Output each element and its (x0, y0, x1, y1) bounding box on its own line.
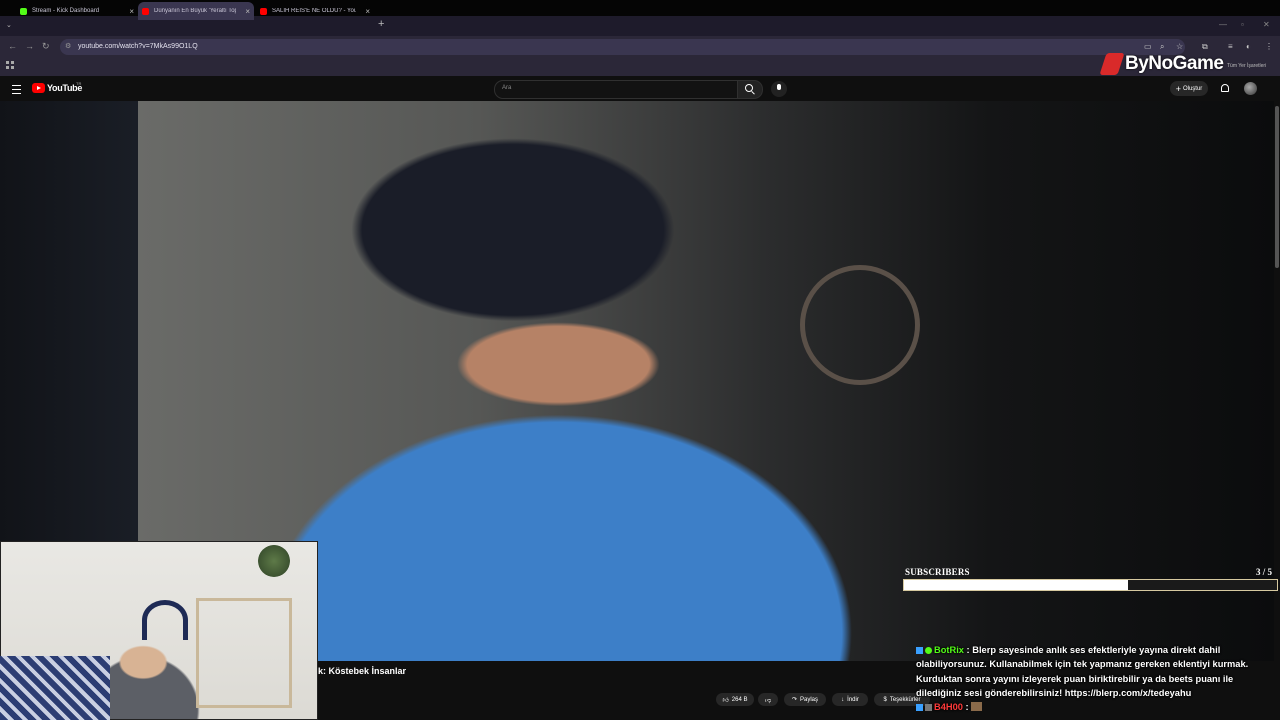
search-placeholder: Ara (502, 85, 512, 91)
all-bookmarks-link[interactable]: Tüm Yer İşaretleri (1227, 63, 1266, 69)
tab-youtube-salih[interactable]: SALİH REİS'E NE OLDU? - YouTu × (260, 2, 370, 20)
kick-favicon-icon (20, 7, 27, 15)
webcam-bed (0, 656, 110, 720)
url-text[interactable]: youtube.com/watch?v=7MkAs99O1LQ (78, 43, 198, 50)
country-code: TR (76, 81, 82, 86)
webcam-shelf (196, 598, 292, 708)
tab-youtube-active[interactable]: Dünyanın En Büyük 'Yeraltı Top × (138, 2, 254, 20)
video-bicycle-wheel (800, 265, 920, 385)
video-left-margin (0, 101, 138, 541)
download-icon: ↓ (841, 696, 845, 703)
microphone-icon[interactable] (777, 84, 781, 90)
subscribers-goal-bar (903, 579, 1278, 591)
scrollbar-thumb[interactable] (1275, 106, 1279, 268)
zoom-icon[interactable]: ⌕ (1160, 42, 1164, 52)
back-icon[interactable]: ← (8, 41, 17, 51)
omnibox[interactable] (60, 39, 1185, 55)
bookmark-bar (0, 58, 1280, 76)
webcam-plant (258, 545, 290, 577)
search-icon[interactable] (745, 84, 753, 92)
like-button[interactable]: 👍︎ 264 B (716, 693, 754, 706)
media-icon[interactable]: ≡ (1228, 42, 1233, 51)
video-title: k: Köstebek İnsanlar (318, 666, 407, 676)
star-icon[interactable]: ☆ (1176, 42, 1183, 51)
dislike-button[interactable]: 👎︎ (758, 693, 778, 706)
subscriber-badge-icon (925, 704, 932, 712)
verified-badge-icon (925, 647, 932, 654)
window-close-icon[interactable]: ✕ (1263, 20, 1270, 29)
new-tab-icon[interactable]: + (378, 18, 384, 30)
subscribers-goal-label: SUBSCRIBERS (905, 567, 970, 577)
close-tab-icon[interactable]: × (365, 7, 370, 16)
bynogame-logo-icon (1099, 53, 1125, 75)
maximize-icon[interactable]: ▫ (1241, 20, 1244, 29)
share-icon: ↷ (791, 697, 797, 703)
share-button[interactable]: ↷ Paylaş (784, 693, 826, 706)
close-tab-icon[interactable]: × (245, 7, 250, 16)
plus-icon: + (1175, 83, 1181, 94)
dislike-icon: 👎︎ (764, 697, 772, 704)
hamburger-menu-icon[interactable] (12, 85, 21, 94)
thanks-icon: $ (883, 696, 887, 703)
subscribers-goal-fill (904, 580, 1128, 590)
minimize-icon[interactable]: — (1219, 20, 1227, 29)
youtube-favicon-icon (260, 7, 267, 15)
notifications-bell-icon[interactable] (1221, 84, 1229, 92)
youtube-logo-icon[interactable] (32, 83, 45, 93)
cast-icon[interactable]: ▭ (1144, 42, 1152, 51)
subscribers-goal-count: 3 / 5 (1256, 567, 1273, 577)
chat-message: BotRix : Blerp sayesinde anlık ses efekt… (916, 645, 1249, 698)
create-label: Oluştur (1182, 85, 1203, 92)
profile-icon[interactable]: ◐ (1246, 42, 1251, 51)
youtube-favicon-icon (142, 7, 149, 15)
like-icon: 👍︎ (722, 697, 729, 704)
headset-icon (142, 600, 188, 640)
download-button[interactable]: ↓ İndir (832, 693, 868, 706)
close-tab-icon[interactable]: × (129, 7, 134, 16)
site-info-icon[interactable]: ⚙ (65, 42, 71, 50)
chat-overlay: BotRix : Blerp sayesinde anlık ses efekt… (916, 643, 1274, 714)
moderator-badge-icon (916, 647, 923, 654)
like-count: 264 B (731, 696, 748, 703)
account-avatar[interactable] (1244, 82, 1257, 95)
tab-title: Stream - Kick Dashboard (32, 8, 100, 14)
emote-icon (971, 702, 983, 712)
apps-icon[interactable] (6, 61, 14, 69)
extensions-icon[interactable]: ⧉ (1202, 42, 1208, 52)
search-input[interactable] (494, 80, 738, 99)
chat-username: BotRix (934, 645, 964, 655)
chat-message: B4H00 : (916, 700, 1274, 714)
tab-title: Dünyanın En Büyük 'Yeraltı Top (154, 8, 236, 14)
chat-username: B4H00 (934, 702, 963, 713)
menu-icon[interactable]: ⋮ (1265, 42, 1273, 51)
bynogame-overlay-logo: ByNoGame (1099, 53, 1224, 75)
reload-icon[interactable]: ↻ (42, 41, 50, 52)
create-button[interactable]: + Oluştur (1170, 81, 1208, 96)
tab-search-icon[interactable]: ⌄ (6, 21, 12, 29)
forward-icon[interactable]: → (25, 41, 34, 51)
tab-kick-dashboard[interactable]: Stream - Kick Dashboard × (20, 2, 134, 20)
chat-text: Blerp sayesinde anlık ses efektleriyle y… (916, 645, 1249, 698)
moderator-badge-icon (916, 704, 923, 712)
tab-title: SALİH REİS'E NE OLDU? - YouTu (272, 8, 356, 14)
